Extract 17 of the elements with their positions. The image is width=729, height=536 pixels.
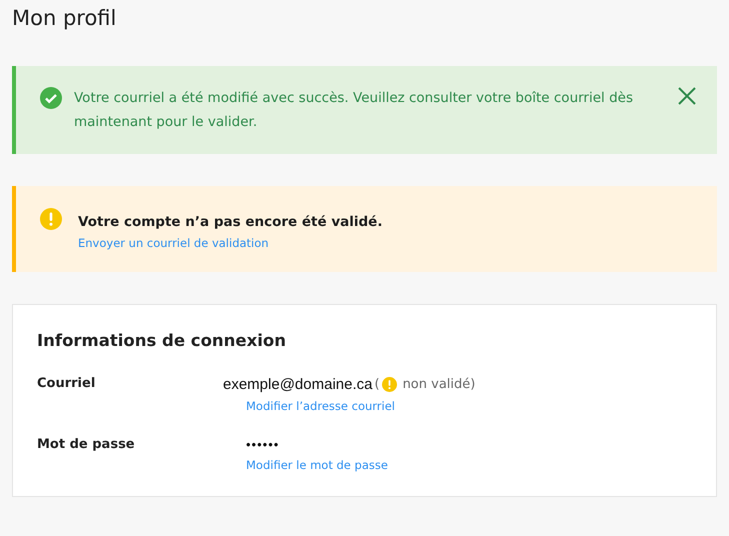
validation-link[interactable]: Envoyer un courriel de validation <box>78 236 697 250</box>
card-title: Informations de connexion <box>37 331 287 350</box>
field-label: Mot de passe <box>37 437 136 454</box>
modify-link[interactable]: Modifier le mot de passe <box>246 458 388 472</box>
password-value: •••••• <box>246 437 280 452</box>
field-label: Courriel <box>37 376 96 393</box>
alert-message: Votre courriel a été modifié avec succès. Veuillez consulter votre boîte courriel dès maintenant pour le valider. <box>74 89 634 132</box>
success-check-icon <box>40 87 62 109</box>
modify-link[interactable]: Modifier l’adresse courriel <box>246 399 395 413</box>
alert-message: Votre compte n’a pas encore été validé. <box>78 213 384 232</box>
paren-text: ( <box>374 377 380 392</box>
email-value: exemple@domaine.ca <box>223 376 372 393</box>
warning-icon <box>382 377 397 392</box>
status-text: non validé) <box>402 377 476 392</box>
page-title: Mon profil <box>12 6 118 30</box>
warning-icon <box>40 208 62 230</box>
close-button[interactable] <box>677 86 697 106</box>
